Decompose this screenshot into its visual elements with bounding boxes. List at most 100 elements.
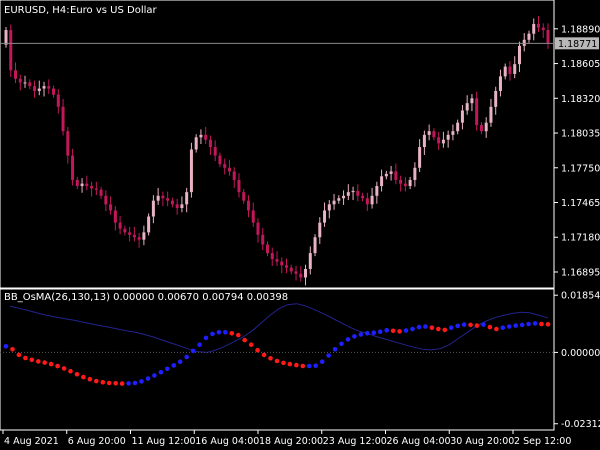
- osma-dot: [203, 335, 209, 341]
- price-tick-label: 1.17465: [561, 198, 600, 209]
- osma-dot: [29, 357, 35, 363]
- osma-dot: [177, 359, 183, 365]
- osma-dot: [397, 329, 402, 334]
- osma-dot: [94, 378, 99, 384]
- candle-body: [42, 86, 46, 89]
- candle-body: [285, 265, 289, 268]
- candle-body: [365, 198, 369, 205]
- osma-dot: [526, 321, 531, 327]
- candlestick-series: [4, 16, 550, 286]
- time-tick-label: 16 Aug 04:00: [195, 436, 259, 447]
- candle-body: [246, 200, 250, 211]
- osma-dot: [481, 322, 486, 327]
- osma-dot: [416, 324, 422, 330]
- time-tick-label: 11 Aug 12:00: [132, 436, 196, 447]
- candle-body: [289, 267, 293, 272]
- osma-dot: [100, 380, 106, 385]
- candle-body: [223, 164, 227, 168]
- osma-dot: [352, 334, 357, 339]
- indicator-label: BB_OsMA(26,130,13) 0.00000 0.00670 0.007…: [4, 292, 288, 303]
- candle-body: [403, 183, 407, 187]
- osma-dot-series: [3, 321, 551, 386]
- osma-dot: [474, 323, 480, 328]
- price-tick-label: 1.18035: [561, 129, 600, 140]
- candle-body: [280, 261, 284, 266]
- osma-dot: [294, 362, 299, 368]
- candle-body: [251, 210, 255, 223]
- osma-dot: [461, 322, 467, 327]
- osma-band-line: [9, 303, 549, 353]
- osma-dot: [119, 381, 125, 386]
- candle-body: [380, 176, 384, 187]
- osma-dot: [23, 355, 28, 361]
- candle-body: [28, 82, 32, 87]
- candle-body: [99, 189, 103, 196]
- candle-body: [56, 94, 60, 107]
- candle-body: [479, 125, 483, 132]
- candle-body: [137, 237, 141, 240]
- candle-body: [541, 27, 545, 31]
- osma-dot: [339, 341, 344, 347]
- candle-body: [151, 200, 155, 217]
- osma-dot: [68, 368, 73, 374]
- osma-dot: [494, 326, 499, 332]
- osma-dot: [74, 372, 80, 377]
- candle-body: [242, 192, 246, 201]
- candle-body: [384, 173, 388, 177]
- candle-body: [132, 234, 136, 238]
- osma-dot: [513, 323, 518, 328]
- candle-body: [413, 167, 417, 180]
- candle-body: [270, 253, 274, 260]
- chart-canvas[interactable]: 1.18890 1.18605 1.18320 1.18035 1.17750 1.174…: [0, 0, 600, 450]
- candle-body: [47, 86, 51, 89]
- time-tick-label: 6 Aug 20:00: [68, 436, 126, 447]
- candle-body: [361, 195, 365, 199]
- chart-symbol-label: EURUSD, H4:: [4, 5, 70, 16]
- candle-body: [113, 210, 117, 223]
- candle-body: [318, 222, 322, 238]
- candle-body: [498, 76, 502, 91]
- time-tick-label: 4 Aug 2021: [4, 436, 59, 447]
- osma-dot: [48, 361, 54, 367]
- osma-dot: [126, 381, 131, 386]
- osma-dot: [500, 325, 506, 331]
- candle-body: [546, 30, 550, 44]
- osma-dot: [545, 322, 551, 327]
- osma-dot: [371, 330, 377, 336]
- osma-dot: [261, 352, 267, 358]
- osma-dot: [152, 373, 157, 378]
- candle-body: [356, 190, 360, 196]
- osma-dot: [307, 363, 312, 369]
- time-tick-label: 30 Aug 20:00: [450, 436, 514, 447]
- candle-body: [94, 188, 98, 190]
- candle-body: [204, 134, 208, 140]
- osma-dot: [113, 381, 118, 386]
- osma-band-path: [9, 303, 549, 353]
- candle-body: [308, 253, 312, 269]
- osma-dot: [210, 331, 215, 337]
- indicator-tick-label: -0.02312: [561, 419, 600, 430]
- candle-body: [213, 147, 217, 156]
- candle-body: [422, 134, 426, 148]
- chart-window[interactable]: 1.18890 1.18605 1.18320 1.18035 1.17750 1.174…: [0, 0, 600, 450]
- osma-dot: [390, 328, 396, 334]
- candle-body: [456, 122, 460, 132]
- osma-dot: [507, 324, 512, 329]
- candle-body: [256, 222, 260, 235]
- candle-body: [370, 195, 374, 205]
- price-tick-label: 1.16895: [561, 267, 600, 278]
- candle-body: [508, 66, 512, 74]
- osma-dot: [158, 369, 164, 375]
- osma-dot: [468, 322, 473, 328]
- osma-dot: [139, 379, 144, 384]
- osma-dot: [55, 363, 60, 369]
- osma-dot: [242, 337, 247, 343]
- candle-body: [427, 131, 431, 135]
- candle-body: [90, 186, 94, 189]
- candle-body: [375, 186, 379, 196]
- osma-dot: [184, 354, 189, 360]
- candle-body: [37, 88, 41, 91]
- candle-body: [532, 23, 536, 34]
- candle-body: [389, 171, 393, 174]
- candle-body: [323, 210, 327, 223]
